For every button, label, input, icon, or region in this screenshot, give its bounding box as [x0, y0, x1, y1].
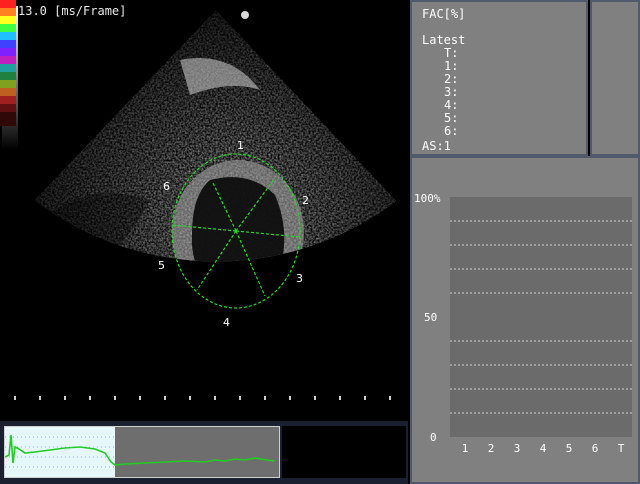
- x-axis-label-3: 3: [513, 442, 521, 455]
- segment-label-6: 6: [163, 180, 170, 193]
- x-axis-label-5: 5: [565, 442, 573, 455]
- segment-label-5: 5: [158, 259, 165, 272]
- y-axis-label-100: 100%: [414, 192, 441, 205]
- timeline-empty-area: [282, 426, 406, 478]
- x-axis-label-T: T: [617, 442, 625, 455]
- side-blank-panel: [590, 0, 640, 156]
- y-axis-label-50: 50: [424, 311, 438, 324]
- fac-info-panel: FAC[%] Latest T: 1: 2: 3: 4: 5: 6: AS:1: [410, 0, 588, 156]
- segment-label-3: 3: [296, 272, 303, 285]
- timeline-strip[interactable]: [4, 426, 280, 478]
- as-label: AS:1: [422, 139, 451, 153]
- plot-gridlines: [450, 220, 632, 414]
- fac-row-6: 6:: [444, 124, 459, 138]
- segment-label-1: 1: [237, 139, 244, 152]
- x-axis-label-4: 4: [539, 442, 547, 455]
- y-axis-label-0: 0: [430, 431, 437, 444]
- color-map-bar: [0, 0, 16, 126]
- echo-viewport[interactable]: 1 2 3 4 5 6 13.0 [ms/Frame]: [0, 0, 408, 420]
- segment-label-2: 2: [302, 194, 309, 207]
- echo-image: 1 2 3 4 5 6: [14, 10, 398, 400]
- x-axis-label-1: 1: [461, 442, 469, 455]
- segment-label-4: 4: [223, 316, 230, 329]
- frame-rate-label: 13.0 [ms/Frame]: [18, 4, 127, 18]
- fac-title: FAC[%]: [422, 7, 466, 21]
- fac-plot-area: [450, 197, 632, 437]
- x-axis-label-6: 6: [591, 442, 599, 455]
- ecg-trace: [5, 427, 276, 477]
- orientation-marker: [241, 11, 249, 19]
- x-axis-label-2: 2: [487, 442, 495, 455]
